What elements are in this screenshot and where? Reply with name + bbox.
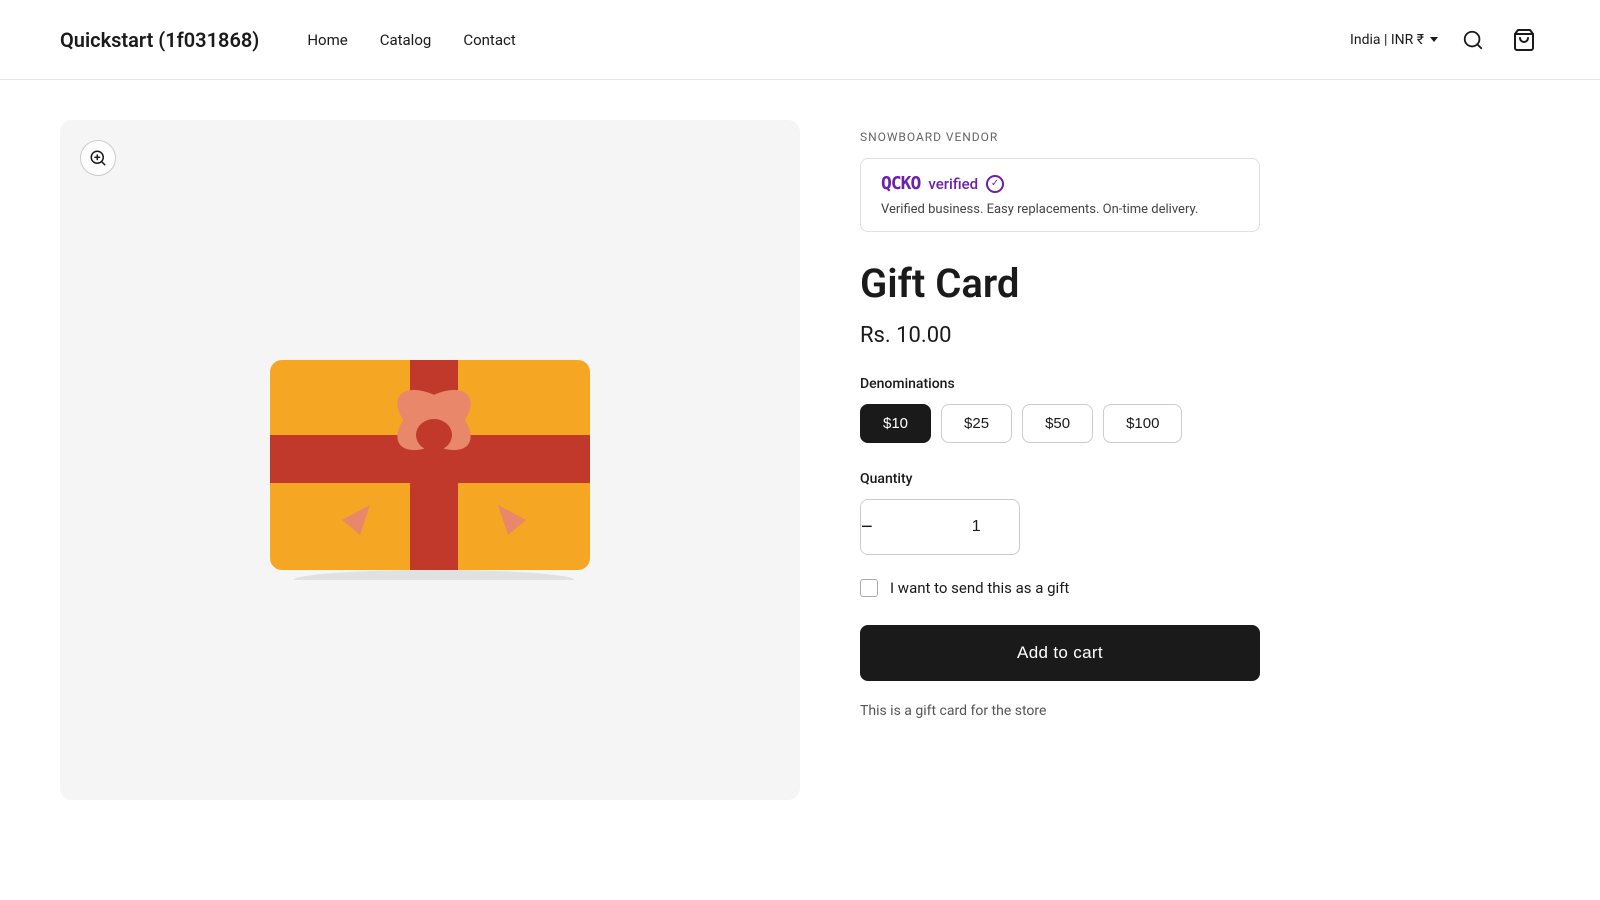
product-details: SNOWBOARD VENDOR QCKO verified ✓ Verifie…: [860, 120, 1540, 800]
vendor-name: QCKO: [881, 173, 920, 194]
header-left: Quickstart (1f031868) Home Catalog Conta…: [60, 28, 516, 52]
vendor-badge-top: QCKO verified ✓: [881, 173, 1239, 194]
quantity-decrease-button[interactable]: −: [861, 500, 873, 554]
country-selector[interactable]: India | INR ₹: [1350, 32, 1438, 48]
quantity-input[interactable]: [873, 518, 1020, 536]
vendor-description: Verified business. Easy replacements. On…: [881, 202, 1239, 217]
verified-check-icon: ✓: [986, 175, 1004, 193]
gift-checkbox-row: I want to send this as a gift: [860, 579, 1540, 597]
cart-button[interactable]: [1508, 24, 1540, 56]
search-button[interactable]: [1458, 25, 1488, 55]
gift-card-image: [260, 340, 600, 580]
nav-home[interactable]: Home: [307, 31, 347, 49]
main-nav: Home Catalog Contact: [307, 31, 515, 49]
denomination-10[interactable]: $10: [860, 404, 931, 443]
denominations-label: Denominations: [860, 376, 1540, 392]
country-label: India | INR ₹: [1350, 32, 1424, 48]
search-icon: [1462, 29, 1484, 51]
vendor-badge: QCKO verified ✓ Verified business. Easy …: [860, 158, 1260, 232]
zoom-icon: [89, 149, 107, 167]
quantity-section: Quantity − +: [860, 471, 1540, 555]
vendor-label: SNOWBOARD VENDOR: [860, 130, 1540, 144]
add-to-cart-button[interactable]: Add to cart: [860, 625, 1260, 681]
quantity-control: − +: [860, 499, 1020, 555]
product-gallery: [60, 120, 800, 800]
quantity-label: Quantity: [860, 471, 1540, 487]
denomination-50[interactable]: $50: [1022, 404, 1093, 443]
gift-label: I want to send this as a gift: [890, 579, 1069, 597]
chevron-down-icon: [1430, 37, 1438, 42]
cart-icon: [1512, 28, 1536, 52]
denomination-100[interactable]: $100: [1103, 404, 1182, 443]
denomination-25[interactable]: $25: [941, 404, 1012, 443]
vendor-logo: QCKO: [881, 173, 920, 194]
header: Quickstart (1f031868) Home Catalog Conta…: [0, 0, 1600, 80]
product-title: Gift Card: [860, 260, 1540, 307]
vendor-verified-text: verified: [928, 175, 978, 193]
nav-contact[interactable]: Contact: [463, 31, 515, 49]
header-right: India | INR ₹: [1350, 24, 1540, 56]
product-price: Rs. 10.00: [860, 323, 1540, 348]
product-description: This is a gift card for the store: [860, 701, 1260, 722]
zoom-button[interactable]: [80, 140, 116, 176]
nav-catalog[interactable]: Catalog: [380, 31, 432, 49]
denominations-group: $10 $25 $50 $100: [860, 404, 1540, 443]
logo[interactable]: Quickstart (1f031868): [60, 28, 259, 52]
main-content: SNOWBOARD VENDOR QCKO verified ✓ Verifie…: [0, 80, 1600, 840]
gift-checkbox[interactable]: [860, 579, 878, 597]
